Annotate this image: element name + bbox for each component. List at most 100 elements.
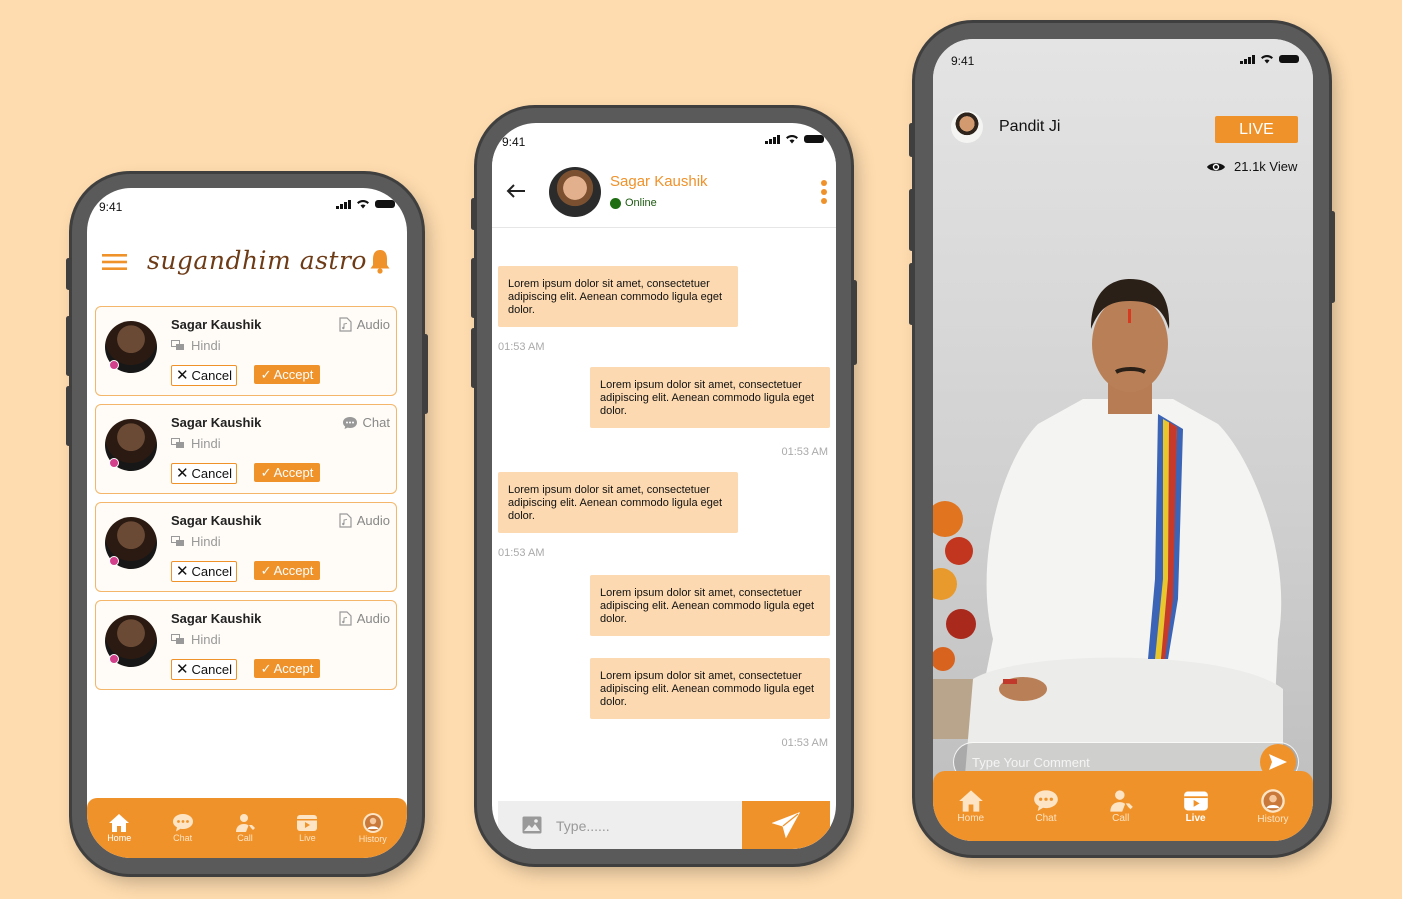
send-button[interactable] bbox=[742, 801, 830, 849]
contact-avatar bbox=[549, 167, 601, 217]
view-count: 21.1k View bbox=[1206, 159, 1297, 174]
avatar bbox=[105, 615, 157, 667]
audio-icon bbox=[339, 317, 352, 332]
message-time: 01:53 AM bbox=[781, 737, 828, 749]
audio-icon bbox=[339, 513, 352, 528]
accept-label: Accept bbox=[273, 563, 314, 578]
nav-call[interactable]: Call bbox=[1108, 789, 1134, 824]
requester-name: Sagar Kaushik bbox=[171, 513, 262, 528]
chat-icon bbox=[342, 416, 357, 429]
cancel-button[interactable]: ✕ Cancel bbox=[171, 365, 237, 386]
nav-live[interactable]: Live bbox=[296, 813, 318, 843]
view-count-label: 21.1k View bbox=[1234, 159, 1298, 174]
nav-chat[interactable]: Chat bbox=[1033, 789, 1059, 824]
message-incoming: Lorem ipsum dolor sit amet, consectetuer… bbox=[498, 266, 738, 327]
nav-history[interactable]: History bbox=[359, 812, 387, 844]
language: Hindi bbox=[171, 436, 221, 451]
side-button bbox=[1330, 211, 1335, 303]
request-card: Sagar Kaushik Hindi Audio ✕ Cancel ✓ Accep… bbox=[95, 600, 397, 690]
live-badge: LIVE bbox=[1215, 116, 1298, 143]
message-outgoing: Lorem ipsum dolor sit amet, consectetuer… bbox=[590, 367, 830, 428]
nav-home[interactable]: Home bbox=[957, 789, 984, 824]
language-label: Hindi bbox=[191, 632, 221, 647]
requester-name: Sagar Kaushik bbox=[171, 317, 262, 332]
message-time: 01:53 AM bbox=[781, 446, 828, 458]
wifi-icon bbox=[786, 135, 798, 144]
status-bar: 9:41 bbox=[933, 39, 1313, 73]
cancel-button[interactable]: ✕ Cancel bbox=[171, 659, 237, 680]
home-screen: 9:41 sugandhim astro Sagar Kaushik Hindi… bbox=[87, 188, 407, 858]
chat-icon bbox=[1034, 789, 1058, 811]
avatar bbox=[105, 321, 157, 373]
accept-label: Accept bbox=[273, 465, 314, 480]
close-icon: ✕ bbox=[175, 661, 189, 678]
menu-icon[interactable] bbox=[101, 252, 129, 272]
message-outgoing: Lorem ipsum dolor sit amet, consectetuer… bbox=[590, 658, 830, 719]
image-icon[interactable] bbox=[522, 816, 542, 834]
request-type: Audio bbox=[339, 611, 390, 626]
nav-call[interactable]: Call bbox=[234, 813, 256, 843]
nav-home[interactable]: Home bbox=[107, 813, 131, 843]
message-time: 01:53 AM bbox=[498, 341, 545, 353]
back-arrow-icon[interactable] bbox=[506, 183, 526, 199]
message-input[interactable]: Type...... bbox=[556, 818, 610, 834]
chat-icon bbox=[172, 814, 193, 832]
cancel-label: Cancel bbox=[191, 662, 233, 677]
cancel-button[interactable]: ✕ Cancel bbox=[171, 561, 237, 582]
accept-button[interactable]: ✓ Accept bbox=[254, 463, 320, 482]
check-icon: ✓ bbox=[260, 562, 272, 578]
avatar bbox=[105, 517, 157, 569]
accept-button[interactable]: ✓ Accept bbox=[254, 659, 320, 678]
nav-label: Chat bbox=[173, 833, 193, 843]
check-icon: ✓ bbox=[260, 660, 272, 676]
cancel-button[interactable]: ✕ Cancel bbox=[171, 463, 237, 484]
message-incoming: Lorem ipsum dolor sit amet, consectetuer… bbox=[498, 472, 738, 533]
language-label: Hindi bbox=[191, 338, 221, 353]
nav-chat[interactable]: Chat bbox=[172, 813, 194, 843]
chat-screen: 9:41 Sagar Kaushik Online Lorem ipsum do… bbox=[492, 123, 836, 849]
bell-icon[interactable] bbox=[369, 248, 391, 274]
cancel-label: Cancel bbox=[191, 466, 233, 481]
close-icon: ✕ bbox=[175, 367, 189, 384]
side-button bbox=[66, 258, 71, 290]
message-time: 01:53 AM bbox=[498, 547, 545, 559]
request-card: Sagar Kaushik Hindi Audio ✕ Cancel ✓ Accep… bbox=[95, 502, 397, 592]
language: Hindi bbox=[171, 632, 221, 647]
chat-header: Sagar Kaushik Online bbox=[492, 151, 836, 228]
language-icon bbox=[171, 536, 184, 546]
nav-label: Call bbox=[237, 833, 253, 843]
accept-button[interactable]: ✓ Accept bbox=[254, 561, 320, 580]
signal-icon bbox=[1240, 54, 1255, 64]
check-icon: ✓ bbox=[260, 464, 272, 480]
request-type-label: Audio bbox=[356, 513, 390, 528]
accept-button[interactable]: ✓ Accept bbox=[254, 365, 320, 384]
request-type-label: Chat bbox=[362, 415, 390, 430]
battery-icon bbox=[1279, 55, 1299, 63]
status-bar: 9:41 bbox=[87, 188, 407, 222]
home-icon bbox=[958, 789, 983, 812]
side-button bbox=[423, 334, 428, 414]
request-card: Sagar Kaushik Hindi Audio ✕ Cancel ✓ Accep… bbox=[95, 306, 397, 396]
cancel-label: Cancel bbox=[191, 564, 233, 579]
nav-history[interactable]: History bbox=[1257, 788, 1289, 825]
side-button bbox=[909, 263, 914, 325]
nav-label: Call bbox=[1112, 812, 1130, 824]
comment-input[interactable]: Type Your Comment bbox=[972, 755, 1090, 770]
nav-label: Home bbox=[107, 833, 132, 843]
language: Hindi bbox=[171, 338, 221, 353]
side-button bbox=[66, 386, 71, 446]
more-options-icon[interactable] bbox=[821, 179, 827, 205]
online-status: Online bbox=[610, 197, 657, 209]
phone-home: 9:41 sugandhim astro Sagar Kaushik Hindi… bbox=[66, 174, 428, 874]
wifi-icon bbox=[1261, 55, 1273, 64]
side-button bbox=[471, 198, 476, 230]
nav-live[interactable]: Live bbox=[1183, 789, 1209, 824]
brand-logo: sugandhim astro bbox=[147, 246, 367, 275]
accept-label: Accept bbox=[273, 661, 314, 676]
side-button bbox=[852, 280, 857, 365]
request-type: Audio bbox=[339, 513, 390, 528]
battery-icon bbox=[375, 200, 395, 208]
accept-label: Accept bbox=[273, 367, 314, 382]
signal-icon bbox=[336, 199, 351, 209]
phone-live: 9:41 Pandit Ji LIVE 21.1k View Type Your… bbox=[909, 23, 1335, 855]
